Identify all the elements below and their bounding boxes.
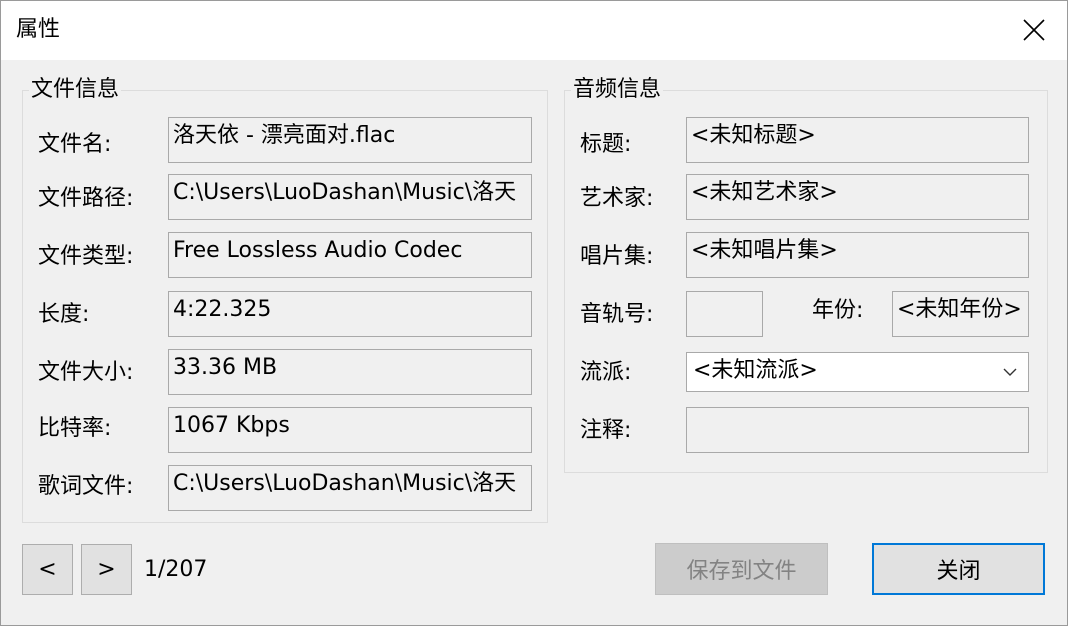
title-field[interactable]: <未知标题> <box>686 117 1029 163</box>
year-field[interactable]: <未知年份> <box>892 291 1029 337</box>
genre-select-value: <未知流派> <box>693 358 818 383</box>
album-label: 唱片集: <box>580 244 654 269</box>
file-path-label: 文件路径: <box>38 186 134 211</box>
year-label: 年份: <box>812 298 864 323</box>
previous-button[interactable]: < <box>22 544 73 595</box>
artist-field[interactable]: <未知艺术家> <box>686 174 1029 220</box>
album-field[interactable]: <未知唱片集> <box>686 232 1029 278</box>
title-bar: 属性 <box>0 0 1068 60</box>
file-name-label: 文件名: <box>38 132 112 157</box>
track-field[interactable] <box>686 291 763 337</box>
genre-select[interactable]: <未知流派> <box>686 352 1029 392</box>
close-button[interactable]: 关闭 <box>872 543 1045 595</box>
artist-label: 艺术家: <box>580 186 654 211</box>
comment-label: 注释: <box>580 418 632 443</box>
lyric-file-field[interactable]: C:\Users\LuoDashan\Music\洛天 <box>168 465 532 511</box>
length-label: 长度: <box>38 302 90 327</box>
title-label: 标题: <box>580 132 632 157</box>
comment-field[interactable] <box>686 407 1029 453</box>
length-field[interactable]: 4:22.325 <box>168 291 532 337</box>
file-type-label: 文件类型: <box>38 244 134 269</box>
file-size-field[interactable]: 33.36 MB <box>168 349 532 395</box>
chevron-down-icon <box>1003 368 1017 376</box>
file-type-field[interactable]: Free Lossless Audio Codec <box>168 232 532 278</box>
bitrate-field[interactable]: 1067 Kbps <box>168 407 532 453</box>
close-icon <box>1023 19 1045 41</box>
page-indicator: 1/207 <box>144 557 208 582</box>
next-button[interactable]: > <box>81 544 132 595</box>
genre-label: 流派: <box>580 360 632 385</box>
window-close-button[interactable] <box>1004 0 1064 60</box>
file-size-label: 文件大小: <box>38 360 134 385</box>
genre-dropdown-button[interactable] <box>992 353 1028 391</box>
lyric-file-label: 歌词文件: <box>38 474 134 499</box>
file-name-field[interactable]: 洛天依 - 漂亮面对.flac <box>168 117 532 163</box>
bitrate-label: 比特率: <box>38 416 112 441</box>
file-path-field[interactable]: C:\Users\LuoDashan\Music\洛天 <box>168 174 532 220</box>
save-to-file-button[interactable]: 保存到文件 <box>655 543 828 595</box>
audio-info-group-title: 音频信息 <box>571 76 664 104</box>
file-info-group-title: 文件信息 <box>29 76 122 104</box>
window-title: 属性 <box>16 17 61 42</box>
track-label: 音轨号: <box>580 302 654 327</box>
